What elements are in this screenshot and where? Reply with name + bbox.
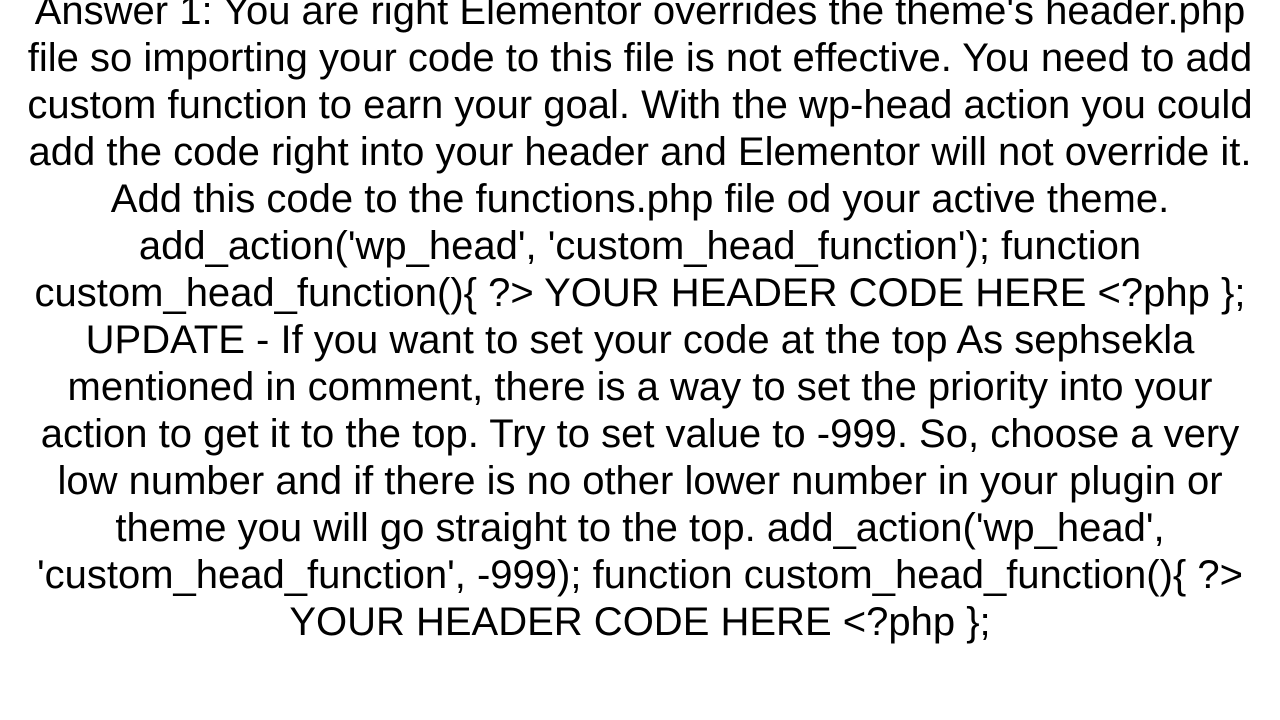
answer-text-block: Answer 1: You are right Elementor overri… (27, 0, 1264, 644)
answer-viewport: Answer 1: You are right Elementor overri… (0, 0, 1280, 720)
